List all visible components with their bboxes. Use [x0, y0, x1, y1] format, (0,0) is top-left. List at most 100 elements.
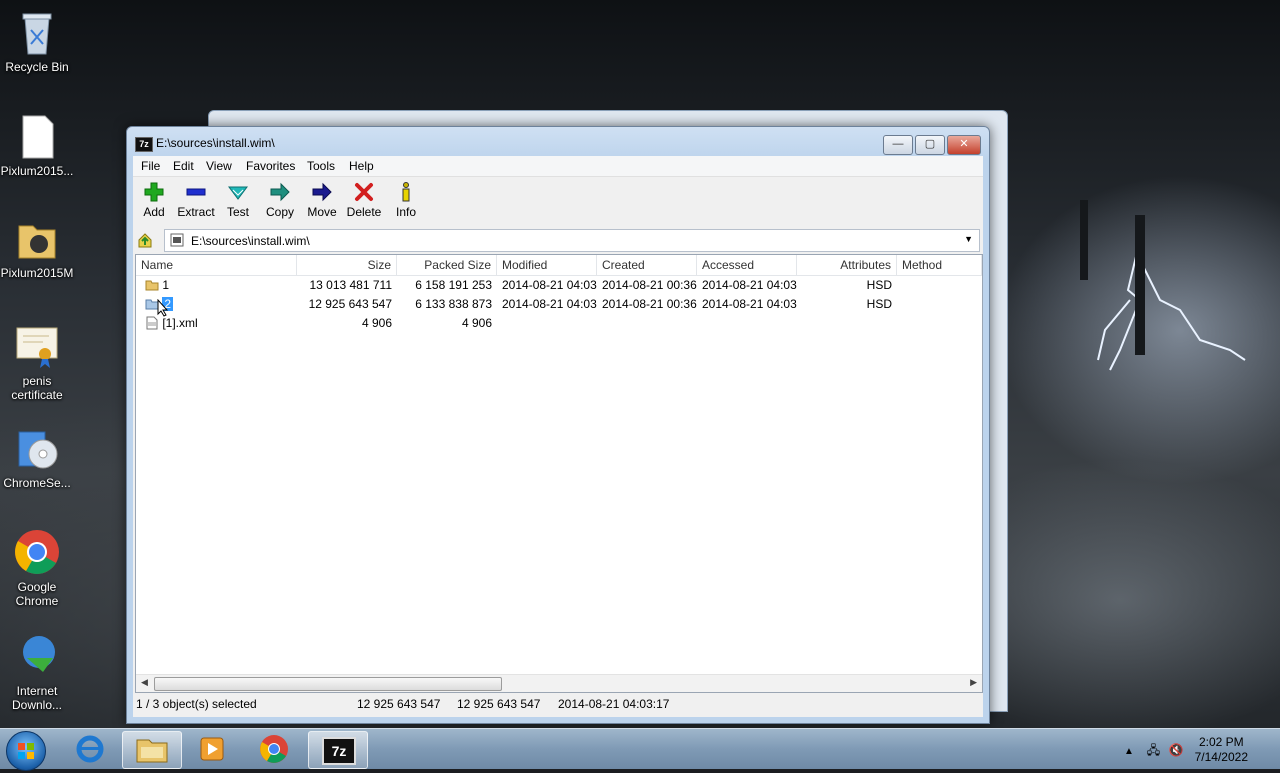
move-icon — [312, 182, 332, 202]
scroll-right-icon[interactable]: ▶ — [970, 677, 977, 688]
delete-label: Delete — [346, 205, 382, 219]
cell-accessed: 2014-08-21 04:03 — [702, 278, 797, 292]
cell-attributes: HSD — [866, 297, 892, 311]
xml-file-icon — [146, 316, 158, 330]
desktop-icon-google-chrome[interactable]: Google Chrome — [0, 528, 74, 608]
menu-bar: File Edit View Favorites Tools Help — [133, 156, 983, 176]
desktop-icon-recycle-bin[interactable]: Recycle Bin — [0, 8, 74, 74]
address-input[interactable]: E:\sources\install.wim\ — [191, 234, 310, 248]
column-modified[interactable]: Modified — [497, 255, 597, 275]
file-icon — [13, 112, 61, 160]
7zip-icon: 7z — [322, 737, 356, 765]
address-combo[interactable]: E:\sources\install.wim\ ▼ — [164, 229, 980, 252]
test-icon — [228, 186, 248, 200]
column-created[interactable]: Created — [597, 255, 697, 275]
cell-packed-size: 4 906 — [461, 316, 492, 330]
column-size[interactable]: Size — [297, 255, 397, 275]
taskbar-7zip[interactable]: 7z — [308, 731, 368, 769]
taskbar-windows-explorer[interactable] — [122, 731, 182, 769]
copy-button[interactable]: Copy — [259, 181, 301, 219]
cell-method — [897, 295, 982, 314]
title-bar[interactable]: 7z E:\sources\install.wim\ — ▢ ✕ — [127, 127, 989, 159]
extract-button[interactable]: Extract — [175, 181, 217, 219]
cell-size: 4 906 — [361, 316, 392, 330]
table-row[interactable]: [1].xml 4 906 4 906 — [136, 314, 982, 333]
minimize-button[interactable]: — — [883, 135, 913, 155]
desktop-icon-label: Internet Downlo... — [11, 684, 63, 712]
add-icon — [144, 182, 164, 202]
cell-attributes — [797, 314, 897, 333]
cell-method — [897, 276, 982, 295]
menu-file[interactable]: File — [141, 159, 160, 173]
move-label: Move — [307, 205, 337, 219]
menu-help[interactable]: Help — [349, 159, 374, 173]
internet-explorer-icon — [76, 735, 104, 763]
cell-modified: 2014-08-21 04:03 — [502, 297, 597, 311]
info-button[interactable]: Info — [385, 181, 427, 219]
menu-favorites[interactable]: Favorites — [246, 159, 295, 173]
taskbar-media-player[interactable] — [184, 731, 240, 767]
desktop-icon-chromese[interactable]: ChromeSe... — [0, 424, 74, 490]
volume-muted-icon[interactable]: 🔇 — [1169, 743, 1184, 757]
maximize-button[interactable]: ▢ — [915, 135, 945, 155]
file-list[interactable]: Name Size Packed Size Modified Created A… — [135, 254, 983, 693]
show-hidden-icons-icon[interactable]: ▲ — [1124, 746, 1134, 757]
extract-icon — [186, 188, 206, 196]
info-icon — [402, 182, 410, 202]
menu-edit[interactable]: Edit — [173, 159, 194, 173]
7zip-file-manager-window[interactable]: 7z E:\sources\install.wim\ — ▢ ✕ File Ed… — [126, 126, 990, 724]
scrollbar-thumb[interactable] — [154, 677, 502, 691]
desktop-icon-label: ChromeSe... — [3, 476, 71, 490]
system-clock[interactable]: 2:02 PM 7/14/2022 — [1195, 735, 1248, 765]
move-button[interactable]: Move — [301, 181, 343, 219]
close-button[interactable]: ✕ — [947, 135, 981, 155]
address-bar: E:\sources\install.wim\ ▼ — [133, 228, 983, 252]
copy-label: Copy — [265, 205, 294, 219]
desktop-icon-internet-download-manager[interactable]: Internet Downlo... — [0, 632, 74, 712]
recycle-bin-icon — [13, 8, 61, 56]
desktop-icon-label: Pixlum2015... — [0, 164, 74, 178]
test-button[interactable]: Test — [217, 181, 259, 219]
cell-packed-size: 6 133 838 873 — [415, 297, 492, 311]
cell-method — [897, 314, 982, 333]
delete-icon — [355, 183, 373, 201]
column-name[interactable]: Name — [136, 255, 297, 275]
column-attributes[interactable]: Attributes — [797, 255, 897, 275]
desktop-icon-certificate[interactable]: penis certificate — [0, 322, 74, 402]
table-row[interactable]: 1 13 013 481 711 6 158 191 253 2014-08-2… — [136, 276, 982, 295]
status-modified: 2014-08-21 04:03:17 — [558, 697, 670, 711]
cell-modified — [497, 314, 597, 333]
installer-icon — [13, 424, 61, 472]
clock-date: 7/14/2022 — [1194, 750, 1248, 764]
table-row-selected[interactable]: 2 12 925 643 547 6 133 838 873 2014-08-2… — [136, 295, 982, 317]
status-bar: 1 / 3 object(s) selected 12 925 643 547 … — [133, 693, 983, 715]
chevron-down-icon[interactable]: ▼ — [964, 234, 973, 244]
column-method[interactable]: Method — [897, 255, 982, 275]
folder-icon — [145, 280, 159, 291]
scroll-left-icon[interactable]: ◀ — [141, 677, 148, 688]
column-accessed[interactable]: Accessed — [697, 255, 797, 275]
windows-logo-icon — [18, 743, 34, 759]
add-button[interactable]: Add — [133, 181, 175, 219]
delete-button[interactable]: Delete — [343, 181, 385, 219]
start-button[interactable] — [6, 731, 46, 771]
menu-view[interactable]: View — [206, 159, 232, 173]
horizontal-scrollbar[interactable]: ◀ ▶ — [136, 674, 982, 692]
cell-size: 12 925 643 547 — [308, 297, 392, 311]
taskbar-google-chrome[interactable] — [246, 731, 302, 767]
cell-packed-size: 6 158 191 253 — [415, 278, 492, 292]
info-label: Info — [395, 205, 416, 219]
desktop-icon-pixlum-file[interactable]: Pixlum2015... — [0, 112, 74, 178]
idm-icon — [13, 632, 61, 680]
up-folder-button[interactable] — [136, 231, 154, 249]
column-packed-size[interactable]: Packed Size — [397, 255, 497, 275]
add-label: Add — [143, 205, 165, 219]
network-icon[interactable]: 🖧 — [1147, 743, 1160, 757]
desktop-icon-pixlum-folder[interactable]: Pixlum2015M — [0, 214, 74, 280]
cell-name: 1 — [140, 276, 297, 295]
taskbar-internet-explorer[interactable] — [62, 731, 118, 767]
up-arrow-icon — [138, 233, 152, 248]
copy-icon — [270, 182, 290, 202]
cell-name: 2 — [140, 295, 297, 317]
menu-tools[interactable]: Tools — [307, 159, 335, 173]
